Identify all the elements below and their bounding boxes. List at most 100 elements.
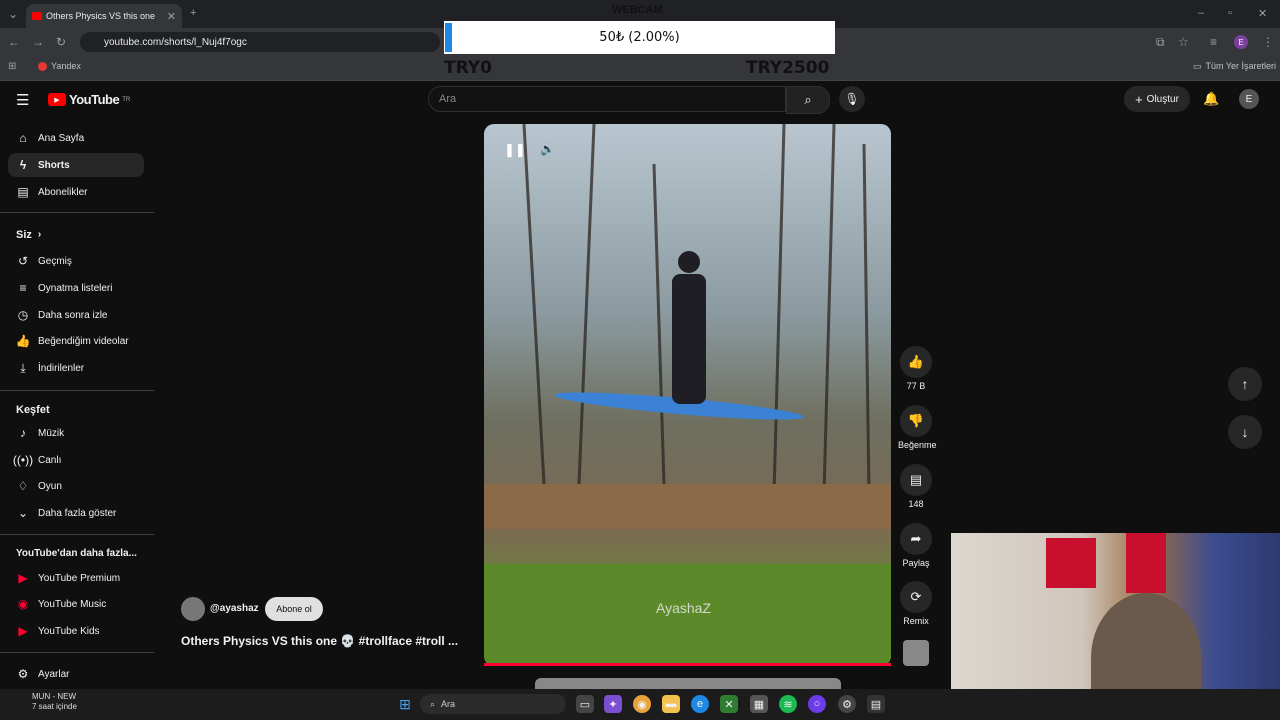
game-icon: ♢: [17, 479, 29, 493]
notifications-bell-icon[interactable]: 🔔: [1203, 91, 1219, 107]
sidebar-you-heading[interactable]: Siz ›: [16, 229, 41, 241]
channel-name[interactable]: @ayashaz: [210, 603, 259, 614]
like-button[interactable]: 👍 77 B: [898, 346, 934, 391]
video-watermark: AyashaZ: [656, 600, 711, 616]
search-input[interactable]: Ara: [428, 86, 786, 112]
task-view-icon[interactable]: ▭: [576, 695, 594, 713]
account-avatar[interactable]: E: [1239, 89, 1259, 109]
spotify-icon[interactable]: ≋: [779, 695, 797, 713]
reload-icon[interactable]: ↻: [56, 35, 66, 49]
like-icon: 👍: [15, 334, 31, 348]
xbox-icon[interactable]: ✕: [720, 695, 738, 713]
sidebar-item-playlists[interactable]: ≡ Oynatma listeleri: [8, 276, 144, 300]
subscribe-button[interactable]: Abone ol: [265, 597, 323, 621]
sidebar-item-gaming[interactable]: ♢ Oyun: [8, 474, 144, 498]
media-control-icon[interactable]: ≡: [1210, 35, 1217, 49]
bookmark-yandex[interactable]: Yandex: [38, 61, 81, 71]
sidebar-divider: [0, 652, 154, 653]
share-icon: ➦: [900, 523, 932, 555]
channel-avatar[interactable]: [181, 597, 205, 621]
copilot-icon[interactable]: ✦: [604, 695, 622, 713]
windows-start-icon[interactable]: ⊞: [396, 695, 414, 713]
volume-icon[interactable]: 🔊: [540, 142, 555, 156]
apps-grid-icon[interactable]: ⊞: [8, 61, 16, 72]
voice-search-button[interactable]: 🎙: [839, 86, 865, 112]
app-icon[interactable]: ▤: [867, 695, 885, 713]
settings-app-icon[interactable]: ⚙: [838, 695, 856, 713]
sidebar-item-settings[interactable]: ⚙ Ayarlar: [8, 662, 144, 686]
sidebar-item-live[interactable]: ((•)) Canlı: [8, 448, 144, 472]
create-button[interactable]: + Oluştur: [1124, 86, 1190, 112]
minimize-icon[interactable]: –: [1198, 7, 1204, 19]
shorts-video-player[interactable]: ❚❚ 🔊 AyashaZ: [484, 124, 891, 666]
webcam-label: WEBCAM: [612, 4, 663, 16]
browser-tab[interactable]: Others Physics VS this one ✕: [26, 4, 182, 28]
hamburger-menu-icon[interactable]: ☰: [16, 91, 29, 109]
sidebar-item-music-app[interactable]: ◉ YouTube Music: [8, 592, 144, 616]
file-explorer-icon[interactable]: ▬: [662, 695, 680, 713]
chevron-right-icon: ›: [37, 229, 42, 240]
sidebar-more-heading: YouTube'dan daha fazla...: [16, 548, 137, 559]
chrome-icon[interactable]: ◉: [633, 695, 651, 713]
video-title[interactable]: Others Physics VS this one 💀 #trollface …: [181, 634, 458, 648]
close-tab-icon[interactable]: ✕: [167, 10, 176, 23]
search-button[interactable]: ⌕: [786, 86, 830, 114]
turkish-flag: [1126, 533, 1166, 593]
sidebar-item-music[interactable]: ♪ Müzik: [8, 421, 144, 445]
all-bookmarks[interactable]: ▭ Tüm Yer İşaretleri: [1193, 61, 1276, 72]
yandex-icon: [38, 61, 47, 71]
profile-avatar[interactable]: E: [1234, 35, 1248, 49]
bookmark-star-icon[interactable]: ☆: [1178, 35, 1189, 49]
sidebar-item-kids[interactable]: ▶ YouTube Kids: [8, 619, 144, 643]
sound-thumbnail[interactable]: [903, 640, 929, 666]
video-progress-bar[interactable]: [484, 663, 891, 666]
comments-button[interactable]: ▤ 148: [898, 464, 934, 509]
sidebar-item-history[interactable]: ↺ Geçmiş: [8, 249, 144, 273]
download-icon: ⤓: [20, 360, 26, 375]
tab-title: Others Physics VS this one: [46, 11, 156, 21]
forward-icon[interactable]: →: [32, 35, 44, 49]
install-app-icon[interactable]: ⧉: [1156, 35, 1165, 50]
weather-widget[interactable]: MUN - NEW 7 saat içinde: [6, 692, 77, 712]
pause-icon[interactable]: ❚❚: [504, 142, 526, 158]
remix-label: Remix: [903, 616, 929, 626]
youtube-favicon-icon: [32, 12, 42, 20]
maximize-icon[interactable]: ▫: [1228, 7, 1232, 19]
taskbar-search[interactable]: ⌕ Ara: [420, 694, 566, 714]
remix-button[interactable]: ⟳ Remix: [898, 581, 934, 626]
search-icon: ⌕: [804, 92, 812, 107]
youtube-logo[interactable]: ▶ YouTube TR: [48, 92, 130, 107]
sidebar-label: Shorts: [38, 159, 70, 171]
sidebar-item-shorts[interactable]: ϟ Shorts: [8, 153, 144, 177]
window-close-icon[interactable]: ✕: [1258, 7, 1267, 20]
live-icon: ((•)): [12, 453, 34, 467]
sidebar-item-liked[interactable]: 👍 Beğendiğim videolar: [8, 329, 144, 353]
browser-menu-icon[interactable]: ⋮: [1262, 35, 1274, 49]
next-short-button[interactable]: ↓: [1228, 415, 1262, 449]
plus-icon: +: [1135, 91, 1143, 107]
previous-short-button[interactable]: ↑: [1228, 367, 1262, 401]
sidebar-item-home[interactable]: ⌂ Ana Sayfa: [8, 126, 144, 150]
sidebar-item-subscriptions[interactable]: ▤ Abonelikler: [8, 180, 144, 204]
video-frame: [484, 124, 891, 666]
bookmark-label: Yandex: [51, 61, 81, 71]
share-label: Paylaş: [902, 558, 930, 568]
sidebar-item-premium[interactable]: ▶ YouTube Premium: [8, 566, 144, 590]
sidebar-label: Abonelikler: [38, 186, 88, 198]
logo-text: YouTube: [69, 92, 120, 107]
share-button[interactable]: ➦ Paylaş: [898, 523, 934, 568]
tab-search-icon[interactable]: ⌄: [8, 7, 18, 21]
obs-icon[interactable]: ○: [808, 695, 826, 713]
sidebar-item-show-more[interactable]: ⌄ Daha fazla göster: [8, 501, 144, 525]
sidebar-item-downloads[interactable]: ⤓ İndirilenler: [8, 356, 144, 380]
store-icon[interactable]: ▦: [750, 695, 768, 713]
clock-icon: ◷: [17, 308, 29, 322]
sidebar-item-watch-later[interactable]: ◷ Daha sonra izle: [8, 303, 144, 327]
edge-icon[interactable]: e: [691, 695, 709, 713]
youtube-play-icon: ▶: [48, 93, 66, 106]
sidebar-label: Oynatma listeleri: [38, 282, 113, 294]
new-tab-icon[interactable]: +: [190, 7, 196, 19]
url-field[interactable]: youtube.com/shorts/l_Nuj4f7ogc: [80, 32, 440, 52]
dislike-button[interactable]: 👎 Beğenme: [898, 405, 937, 450]
back-icon[interactable]: ←: [8, 35, 20, 49]
